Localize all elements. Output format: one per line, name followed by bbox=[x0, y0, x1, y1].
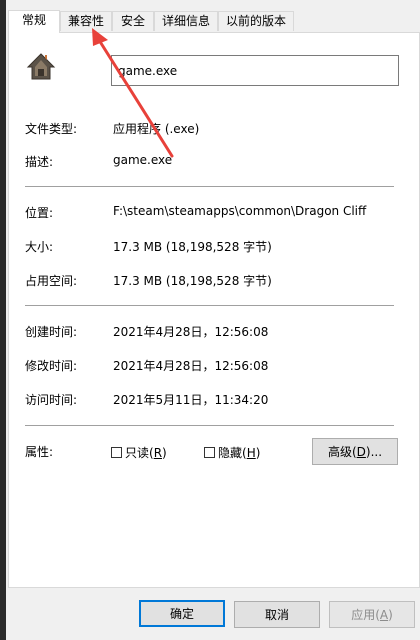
separator bbox=[25, 186, 394, 187]
application-icon bbox=[26, 53, 56, 80]
modified-label: 修改时间: bbox=[25, 359, 78, 373]
file-name-input[interactable] bbox=[111, 55, 399, 86]
location-label: 位置: bbox=[25, 206, 54, 220]
modified-value: 2021年4月28日，12:56:08 bbox=[113, 359, 269, 373]
tab-previous-versions[interactable]: 以前的版本 bbox=[218, 11, 294, 31]
file-type-label: 文件类型: bbox=[25, 122, 78, 136]
description-label: 描述: bbox=[25, 155, 54, 169]
created-label: 创建时间: bbox=[25, 325, 78, 339]
attributes-label: 属性: bbox=[25, 445, 54, 459]
tab-general[interactable]: 常规 bbox=[8, 10, 60, 33]
hidden-checkbox-box[interactable] bbox=[204, 446, 215, 458]
advanced-button[interactable]: 高级(D)... bbox=[312, 438, 398, 465]
tab-details[interactable]: 详细信息 bbox=[154, 11, 218, 31]
size-value: 17.3 MB (18,198,528 字节) bbox=[113, 240, 272, 254]
tab-bar: 常规 兼容性 安全 详细信息 以前的版本 bbox=[8, 10, 420, 33]
readonly-checkbox-label[interactable]: 只读(R) bbox=[125, 444, 167, 461]
readonly-checkbox[interactable]: 只读(R) bbox=[111, 444, 167, 460]
separator bbox=[25, 425, 394, 426]
size-on-disk-value: 17.3 MB (18,198,528 字节) bbox=[113, 274, 272, 288]
hidden-checkbox[interactable]: 隐藏(H) bbox=[204, 444, 260, 460]
tab-security[interactable]: 安全 bbox=[112, 11, 154, 31]
file-type-value: 应用程序 (.exe) bbox=[113, 122, 200, 136]
ok-button[interactable]: 确定 bbox=[139, 600, 225, 627]
general-panel bbox=[8, 32, 420, 588]
accessed-label: 访问时间: bbox=[25, 393, 78, 407]
hidden-checkbox-label[interactable]: 隐藏(H) bbox=[218, 444, 260, 461]
readonly-checkbox-box[interactable] bbox=[111, 446, 122, 458]
tab-compatibility[interactable]: 兼容性 bbox=[60, 11, 112, 31]
created-value: 2021年4月28日，12:56:08 bbox=[113, 325, 269, 339]
cancel-button[interactable]: 取消 bbox=[234, 601, 320, 628]
apply-button: 应用(A) bbox=[329, 601, 415, 628]
accessed-value: 2021年5月11日，11:34:20 bbox=[113, 393, 269, 407]
location-value: F:\steam\steamapps\common\Dragon Cliff bbox=[113, 204, 367, 218]
size-label: 大小: bbox=[25, 240, 54, 254]
description-value: game.exe bbox=[113, 153, 173, 167]
window-edge bbox=[0, 0, 6, 640]
size-on-disk-label: 占用空间: bbox=[25, 274, 78, 288]
separator bbox=[25, 305, 394, 306]
